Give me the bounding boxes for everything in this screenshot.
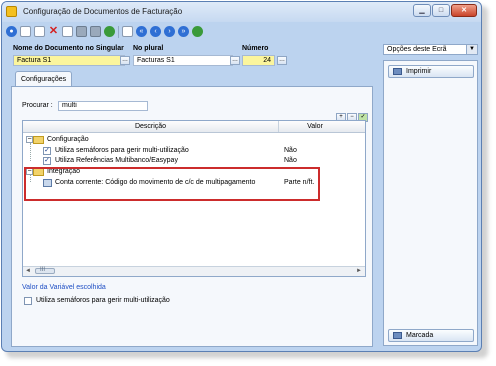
new-document-icon[interactable] [20, 26, 31, 37]
folder-icon [33, 136, 44, 144]
bookmark-button-label: Marcada [406, 332, 434, 339]
column-valor[interactable]: Valor [279, 121, 351, 132]
plural-name-input[interactable]: Facturas S1 [133, 55, 233, 66]
copy-document-icon[interactable] [34, 26, 45, 37]
semaphore-checkbox[interactable] [24, 297, 32, 305]
maximize-button[interactable]: □ [432, 4, 450, 17]
window-title: Configuração de Documentos de Facturação [23, 7, 183, 16]
preview-icon[interactable] [122, 26, 133, 37]
delete-icon[interactable]: ✕ [48, 26, 59, 37]
toolbar: ● ✕ « ‹ › » [6, 23, 477, 40]
screen-options-label: Opções deste Ecrã [387, 46, 447, 53]
tree-group[interactable]: Configuração [47, 136, 89, 143]
grid-header: Descrição Valor [23, 121, 365, 133]
number-input[interactable]: 24 [242, 55, 275, 66]
next-record-icon[interactable]: › [164, 26, 175, 37]
singular-name-label: Nome do Documento no Singular [13, 45, 124, 52]
tab-configuracoes[interactable]: Configurações [15, 71, 73, 87]
horizontal-scrollbar[interactable]: ◄ III ► [23, 266, 365, 276]
tree-item[interactable]: Utiliza semáforos para gerir multi-utili… [55, 147, 189, 154]
close-button[interactable]: ✕ [451, 4, 477, 17]
singular-name-input[interactable]: Factura S1 [13, 55, 125, 66]
scroll-grip: III [40, 267, 46, 273]
semaphore-checkbox-label: Utiliza semáforos para gerir multi-utili… [36, 297, 170, 304]
refresh-icon[interactable] [192, 26, 203, 37]
chevron-down-icon[interactable]: ▼ [466, 45, 477, 54]
singular-lookup-button[interactable]: … [120, 56, 130, 65]
print-button-label: Imprimir [406, 68, 432, 75]
print-button[interactable]: Imprimir [388, 65, 474, 78]
highlight-box [24, 167, 320, 201]
sidebar-panel: Imprimir Marcada [383, 60, 478, 346]
app-window: Configuração de Documentos de Facturação… [1, 1, 482, 352]
number-label: Número [242, 45, 269, 52]
scroll-right-icon[interactable]: ► [356, 267, 362, 275]
column-descricao[interactable]: Descrição [23, 121, 279, 132]
print-icon[interactable] [90, 26, 101, 37]
row-checkbox[interactable]: ✓ [43, 147, 51, 155]
search-label: Procurar : [22, 102, 53, 109]
bookmark-icon [393, 332, 402, 339]
title-bar[interactable]: Configuração de Documentos de Facturação… [2, 2, 481, 22]
tree-line [30, 143, 31, 161]
tree-item-value[interactable]: Não [284, 147, 297, 154]
printer-icon [393, 68, 402, 75]
search-input[interactable]: multi [58, 101, 148, 111]
previous-record-icon[interactable]: ‹ [150, 26, 161, 37]
options-icon[interactable]: ● [6, 26, 17, 37]
sidebar: Opções deste Ecrã ▼ Imprimir Marcada [379, 40, 479, 349]
toolbar-separator [118, 25, 119, 38]
first-record-icon[interactable]: « [136, 26, 147, 37]
plural-name-label: No plural [133, 45, 164, 52]
scroll-thumb[interactable]: III [35, 267, 55, 274]
export-icon[interactable] [104, 26, 115, 37]
screen-options-select[interactable]: Opções deste Ecrã ▼ [383, 44, 478, 55]
main-content: Nome do Documento no Singular Factura S1… [6, 40, 374, 349]
collapse-icon[interactable]: − [26, 136, 33, 143]
variable-value-title: Valor da Variável escolhida [22, 284, 106, 291]
last-record-icon[interactable]: » [178, 26, 189, 37]
tree-item[interactable]: Utiliza Referências Multibanco/Easypay [55, 157, 178, 164]
number-lookup-button[interactable]: … [277, 56, 287, 65]
grid-icon[interactable] [76, 26, 87, 37]
minimize-button[interactable]: ▁ [413, 4, 431, 17]
edit-document-icon[interactable] [62, 26, 73, 37]
bookmark-button[interactable]: Marcada [388, 329, 474, 342]
tree-item-value[interactable]: Não [284, 157, 297, 164]
plural-lookup-button[interactable]: … [230, 56, 240, 65]
scroll-left-icon[interactable]: ◄ [25, 267, 31, 275]
row-checkbox[interactable]: ✓ [43, 157, 51, 165]
app-icon [6, 6, 17, 17]
